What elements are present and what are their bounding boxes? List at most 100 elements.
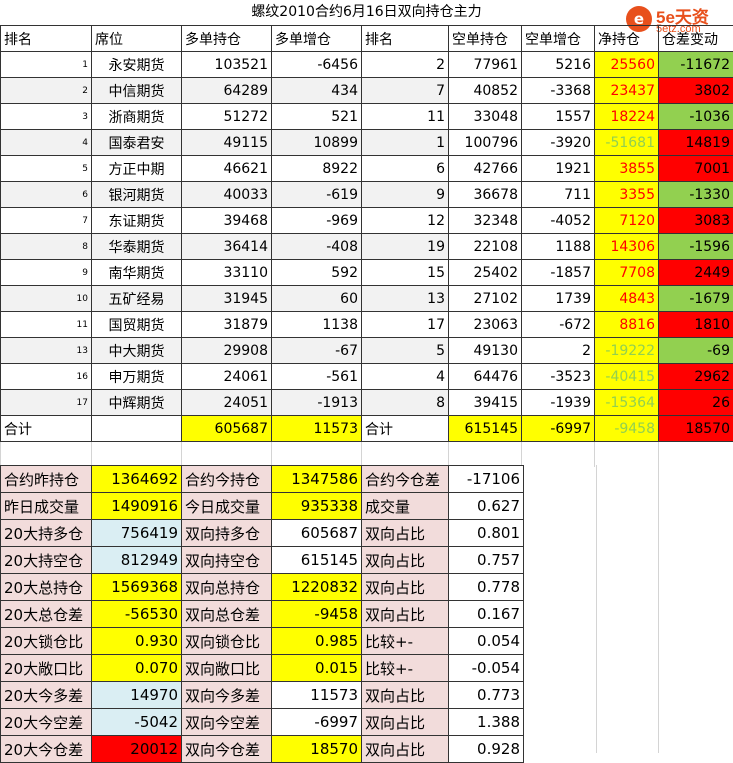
short-rank-cell[interactable]: 13 xyxy=(362,286,449,312)
summary-label[interactable]: 双向今空差 xyxy=(182,709,272,736)
diff-cell[interactable]: -1679 xyxy=(659,286,733,312)
summary-label[interactable]: 成交量 xyxy=(362,493,449,520)
total-label-2[interactable]: 合计 xyxy=(362,416,449,442)
summary-value[interactable]: 0.167 xyxy=(449,601,524,628)
rank-cell[interactable]: 8 xyxy=(1,234,92,260)
diff-cell[interactable]: 3083 xyxy=(659,208,733,234)
diff-cell[interactable]: -69 xyxy=(659,338,733,364)
rank-cell[interactable]: 1 xyxy=(1,52,92,78)
summary-label[interactable]: 双向占比 xyxy=(362,682,449,709)
summary-label[interactable]: 昨日成交量 xyxy=(1,493,92,520)
seat-cell[interactable]: 东证期货 xyxy=(92,208,182,234)
short-cell[interactable]: 40852 xyxy=(449,78,522,104)
summary-label[interactable]: 双向占比 xyxy=(362,709,449,736)
net-cell[interactable]: -51681 xyxy=(595,130,659,156)
header-cell[interactable]: 净持仓 xyxy=(595,26,659,52)
total-short-change[interactable]: -6997 xyxy=(522,416,595,442)
seat-cell[interactable]: 华泰期货 xyxy=(92,234,182,260)
rank-cell[interactable]: 6 xyxy=(1,182,92,208)
diff-cell[interactable]: 3802 xyxy=(659,78,733,104)
empty-cell[interactable] xyxy=(595,442,659,468)
long-change-cell[interactable]: -6456 xyxy=(272,52,362,78)
seat-cell[interactable]: 国贸期货 xyxy=(92,312,182,338)
short-rank-cell[interactable]: 6 xyxy=(362,156,449,182)
diff-cell[interactable]: -11672 xyxy=(659,52,733,78)
short-change-cell[interactable]: -1939 xyxy=(522,390,595,416)
net-cell[interactable]: 25560 xyxy=(595,52,659,78)
summary-value[interactable]: -6997 xyxy=(272,709,362,736)
summary-value[interactable]: 0.930 xyxy=(92,628,182,655)
long-cell[interactable]: 40033 xyxy=(182,182,272,208)
rank-cell[interactable]: 16 xyxy=(1,364,92,390)
summary-label[interactable]: 双向占比 xyxy=(362,520,449,547)
diff-cell[interactable]: 14819 xyxy=(659,130,733,156)
total-short[interactable]: 615145 xyxy=(449,416,522,442)
summary-value[interactable]: 0.985 xyxy=(272,628,362,655)
summary-label[interactable]: 20大持空仓 xyxy=(1,547,92,574)
long-change-cell[interactable]: -1913 xyxy=(272,390,362,416)
rank-cell[interactable]: 4 xyxy=(1,130,92,156)
summary-label[interactable]: 合约今持仓 xyxy=(182,466,272,493)
rank-cell[interactable]: 11 xyxy=(1,312,92,338)
seat-cell[interactable]: 南华期货 xyxy=(92,260,182,286)
short-cell[interactable]: 64476 xyxy=(449,364,522,390)
net-cell[interactable]: 3855 xyxy=(595,156,659,182)
short-rank-cell[interactable]: 4 xyxy=(362,364,449,390)
long-cell[interactable]: 51272 xyxy=(182,104,272,130)
diff-cell[interactable]: -1596 xyxy=(659,234,733,260)
summary-label[interactable]: 今日成交量 xyxy=(182,493,272,520)
short-rank-cell[interactable]: 17 xyxy=(362,312,449,338)
seat-cell[interactable]: 中信期货 xyxy=(92,78,182,104)
short-change-cell[interactable]: 1739 xyxy=(522,286,595,312)
short-change-cell[interactable]: 5216 xyxy=(522,52,595,78)
short-cell[interactable]: 49130 xyxy=(449,338,522,364)
summary-value[interactable]: 0.015 xyxy=(272,655,362,682)
short-rank-cell[interactable]: 8 xyxy=(362,390,449,416)
diff-cell[interactable]: -1036 xyxy=(659,104,733,130)
summary-value[interactable]: -0.054 xyxy=(449,655,524,682)
short-change-cell[interactable]: 711 xyxy=(522,182,595,208)
summary-label[interactable]: 比较+- xyxy=(362,655,449,682)
empty-cell[interactable] xyxy=(659,442,733,468)
total-diff[interactable]: 18570 xyxy=(659,416,733,442)
summary-value[interactable]: 1490916 xyxy=(92,493,182,520)
summary-value[interactable]: 1347586 xyxy=(272,466,362,493)
empty-cell[interactable] xyxy=(182,442,272,468)
summary-label[interactable]: 双向今仓差 xyxy=(182,736,272,763)
diff-cell[interactable]: 2449 xyxy=(659,260,733,286)
long-cell[interactable]: 103521 xyxy=(182,52,272,78)
short-change-cell[interactable]: 1188 xyxy=(522,234,595,260)
short-cell[interactable]: 100796 xyxy=(449,130,522,156)
summary-value[interactable]: 0.627 xyxy=(449,493,524,520)
short-change-cell[interactable]: 1557 xyxy=(522,104,595,130)
long-cell[interactable]: 29908 xyxy=(182,338,272,364)
summary-label[interactable]: 合约今仓差 xyxy=(362,466,449,493)
summary-value[interactable]: 0.054 xyxy=(449,628,524,655)
long-change-cell[interactable]: 10899 xyxy=(272,130,362,156)
net-cell[interactable]: 18224 xyxy=(595,104,659,130)
long-cell[interactable]: 36414 xyxy=(182,234,272,260)
diff-cell[interactable]: -1330 xyxy=(659,182,733,208)
long-cell[interactable]: 24051 xyxy=(182,390,272,416)
summary-label[interactable]: 20大今仓差 xyxy=(1,736,92,763)
summary-label[interactable]: 20大今空差 xyxy=(1,709,92,736)
short-change-cell[interactable]: -3368 xyxy=(522,78,595,104)
seat-cell[interactable]: 中辉期货 xyxy=(92,390,182,416)
short-rank-cell[interactable]: 2 xyxy=(362,52,449,78)
long-change-cell[interactable]: 60 xyxy=(272,286,362,312)
summary-value[interactable]: -17106 xyxy=(449,466,524,493)
short-change-cell[interactable]: 2 xyxy=(522,338,595,364)
long-change-cell[interactable]: 434 xyxy=(272,78,362,104)
rank-cell[interactable]: 9 xyxy=(1,260,92,286)
total-net[interactable]: -9458 xyxy=(595,416,659,442)
short-rank-cell[interactable]: 19 xyxy=(362,234,449,260)
short-cell[interactable]: 39415 xyxy=(449,390,522,416)
summary-value[interactable]: 0.801 xyxy=(449,520,524,547)
seat-cell[interactable]: 申万期货 xyxy=(92,364,182,390)
short-rank-cell[interactable]: 1 xyxy=(362,130,449,156)
long-change-cell[interactable]: 521 xyxy=(272,104,362,130)
total-label[interactable]: 合计 xyxy=(1,416,92,442)
summary-value[interactable]: 0.778 xyxy=(449,574,524,601)
short-cell[interactable]: 42766 xyxy=(449,156,522,182)
summary-label[interactable]: 双向占比 xyxy=(362,736,449,763)
